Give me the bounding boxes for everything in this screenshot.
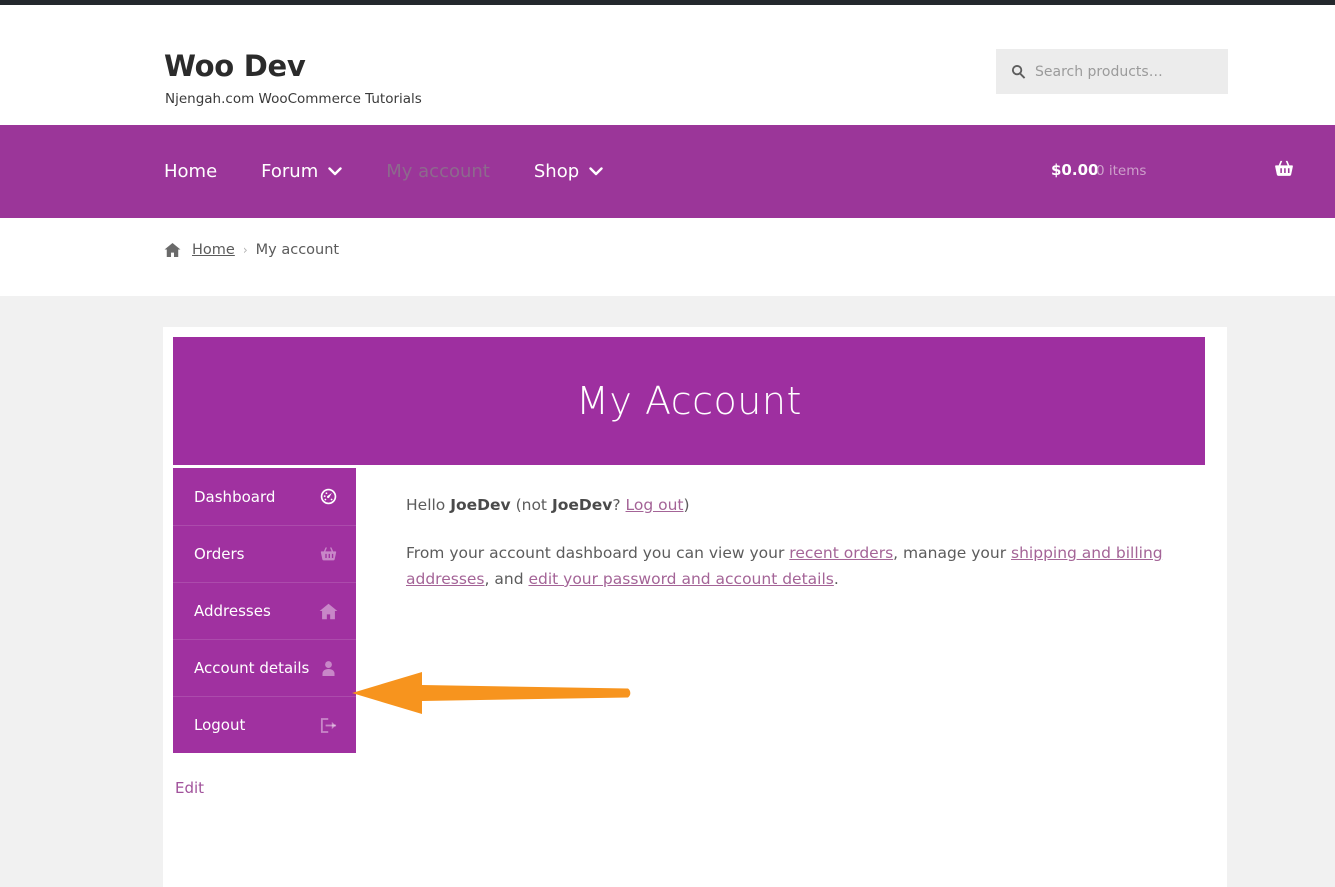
product-search-box[interactable] [996, 49, 1228, 94]
account-menu-label: Account details [194, 659, 310, 677]
home-icon[interactable] [164, 242, 181, 258]
nav-item-forum[interactable]: Forum [261, 161, 342, 182]
dashboard-text-part3: , and [484, 570, 529, 588]
greeting-paragraph: Hello JoeDev (not JoeDev? Log out) [406, 492, 1196, 518]
nav-item-my-account[interactable]: My account [386, 161, 490, 182]
account-menu-label: Logout [194, 716, 246, 734]
home-icon [319, 603, 338, 619]
search-icon [1011, 64, 1026, 79]
nav-item-home[interactable]: Home [164, 161, 217, 182]
greeting-username: JoeDev [450, 496, 511, 514]
chevron-down-icon [328, 167, 342, 176]
account-menu-label: Orders [194, 545, 245, 563]
shopping-basket-icon[interactable] [1273, 158, 1295, 180]
greeting-hello: Hello [406, 496, 451, 514]
primary-navigation: Home Forum My account Shop $0.00 0 items [0, 125, 1335, 218]
nav-item-label: My account [386, 161, 490, 182]
page-title: My Account [576, 379, 802, 423]
account-content: Hello JoeDev (not JoeDev? Log out) From … [406, 492, 1196, 614]
user-person-icon [322, 660, 335, 676]
dashboard-text-part1: From your account dashboard you can view… [406, 544, 790, 562]
account-menu-item-account-details[interactable]: Account details [173, 639, 356, 696]
account-menu-label: Dashboard [194, 487, 276, 506]
breadcrumb-home-link[interactable]: Home [192, 242, 235, 258]
my-account-card: My Account Dashboard Orders Addresses Ac… [163, 327, 1227, 887]
nav-item-label: Home [164, 161, 218, 182]
nav-item-shop[interactable]: Shop [534, 161, 603, 182]
cart-item-count: 0 items [1096, 163, 1147, 179]
site-tagline: Njengah.com WooCommerce Tutorials [165, 91, 422, 107]
greeting-question: ? [612, 496, 626, 514]
account-menu-item-orders[interactable]: Orders [173, 525, 356, 582]
account-menu-item-dashboard[interactable]: Dashboard [173, 468, 356, 525]
breadcrumb-separator: › [242, 243, 248, 257]
site-title: Woo Dev [164, 49, 306, 83]
site-header: Woo Dev Njengah.com WooCommerce Tutorial… [0, 5, 1335, 125]
account-navigation-menu: Dashboard Orders Addresses Account detai… [173, 468, 356, 753]
dashboard-text-part2: , manage your [893, 544, 1012, 562]
cart-summary[interactable]: $0.00 0 items [995, 125, 1335, 218]
dashboard-description-paragraph: From your account dashboard you can view… [406, 540, 1196, 592]
breadcrumb: Home › My account [164, 242, 339, 258]
account-menu-item-logout[interactable]: Logout [173, 696, 356, 753]
edit-password-account-details-link[interactable]: edit your password and account details [528, 570, 833, 588]
dashboard-gauge-icon [320, 488, 337, 505]
woocommerce-my-account-page: Woo Dev Njengah.com WooCommerce Tutorial… [0, 0, 1335, 887]
nav-item-label: Shop [533, 161, 580, 182]
chevron-down-icon [589, 167, 603, 176]
log-out-link[interactable]: Log out [626, 496, 684, 514]
dashboard-text-part4: . [833, 570, 839, 588]
shopping-basket-icon [320, 547, 337, 560]
greeting-not-prefix: (not [510, 496, 552, 514]
nav-item-label: Forum [261, 161, 319, 182]
greeting-suffix: ) [683, 496, 690, 514]
account-menu-label: Addresses [194, 602, 271, 620]
recent-orders-link[interactable]: recent orders [789, 544, 893, 562]
annotation-arrow-icon [352, 672, 631, 714]
my-account-banner: My Account [173, 337, 1205, 465]
nav-item-list: Home Forum My account Shop [164, 125, 647, 218]
account-menu-item-addresses[interactable]: Addresses [173, 582, 356, 639]
search-input[interactable] [1035, 63, 1205, 80]
logout-arrow-icon [320, 717, 337, 733]
edit-link[interactable]: Edit [175, 779, 204, 797]
cart-total: $0.00 [1051, 161, 1099, 179]
greeting-not-username: JoeDev [551, 496, 613, 514]
breadcrumb-current: My account [255, 242, 340, 258]
